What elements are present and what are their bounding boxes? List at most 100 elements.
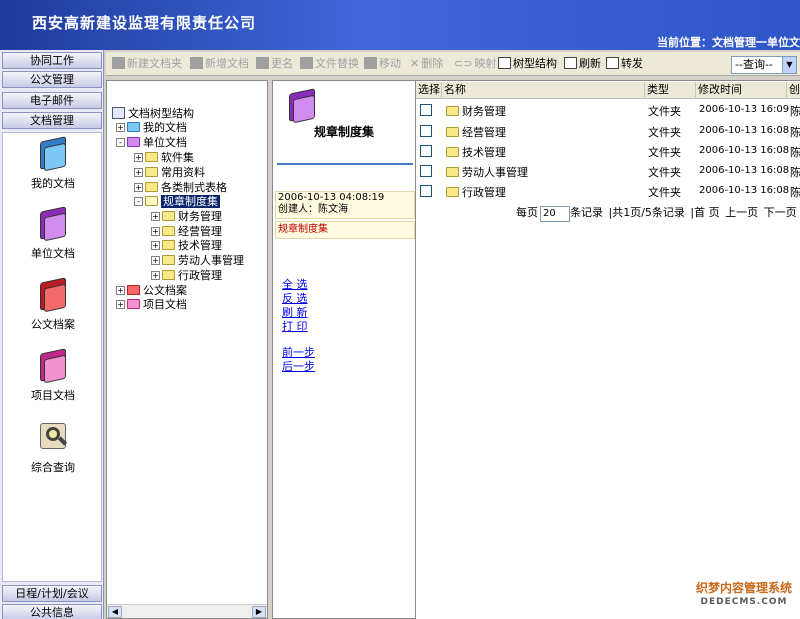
folder-icon: [162, 270, 175, 280]
map-button[interactable]: ⊂⊃ 映射: [454, 56, 496, 72]
col-select[interactable]: 选择: [416, 82, 442, 99]
per-page-input[interactable]: [540, 205, 570, 222]
tree-item-regulations[interactable]: - 规章制度集: [134, 195, 220, 209]
row-creator: 陈: [790, 126, 800, 139]
expand-icon[interactable]: +: [116, 123, 125, 132]
expand-icon[interactable]: +: [151, 256, 160, 265]
rename-button[interactable]: 更名: [256, 56, 293, 72]
nav-doc-manage-button[interactable]: 文档管理: [2, 112, 102, 129]
nav-email-button[interactable]: 电子邮件: [2, 92, 102, 109]
row-name[interactable]: 经营管理: [446, 124, 506, 140]
select-all-link[interactable]: 全 选: [282, 278, 315, 292]
nav-public-info-button[interactable]: 公共信息: [2, 604, 102, 619]
replace-icon: [300, 57, 313, 69]
tree-item-forms[interactable]: + 各类制式表格: [134, 181, 227, 195]
tree-item-official-archive[interactable]: + 公文档案: [116, 284, 187, 298]
tree-item-my-docs[interactable]: + 我的文档: [116, 121, 187, 135]
expand-icon[interactable]: +: [134, 168, 143, 177]
query-select[interactable]: --查询-- ▼: [731, 56, 797, 74]
refresh-link[interactable]: 刷 新: [282, 306, 315, 320]
expand-icon[interactable]: +: [134, 183, 143, 192]
tree-icon: [498, 57, 511, 69]
nav-official-archive[interactable]: 公文档案: [3, 277, 103, 332]
expand-icon[interactable]: +: [151, 212, 160, 221]
table-row[interactable]: 技术管理 文件夹 2006-10-13 16:08 陈: [416, 141, 800, 161]
link-icon: ⊂⊃: [454, 57, 473, 70]
table-row[interactable]: 行政管理 文件夹 2006-10-13 16:08 陈: [416, 181, 800, 201]
forward-button[interactable]: 转发: [606, 56, 643, 72]
move-icon: [364, 57, 377, 69]
tree-item-software[interactable]: + 软件集: [134, 151, 194, 165]
nav-official-doc-button[interactable]: 公文管理: [2, 71, 102, 88]
nav-search[interactable]: 综合查询: [3, 421, 103, 475]
tree-horizontal-scrollbar[interactable]: ◀ ▶: [107, 604, 267, 618]
table-row[interactable]: 财务管理 文件夹 2006-10-13 16:09 陈: [416, 100, 800, 120]
nav-project-docs-label: 项目文档: [31, 389, 75, 402]
row-checkbox[interactable]: [420, 104, 432, 116]
folder-creator: 创建人：陈文海: [278, 204, 348, 215]
table-row[interactable]: 劳动人事管理 文件夹 2006-10-13 16:08 陈: [416, 161, 800, 181]
replace-file-button[interactable]: 文件替换: [300, 56, 359, 72]
new-doc-button[interactable]: 新增文档: [190, 56, 249, 72]
invert-select-link[interactable]: 反 选: [282, 292, 315, 306]
row-name[interactable]: 技术管理: [446, 144, 506, 160]
prev-page-link[interactable]: 上一页: [725, 206, 758, 219]
expand-icon[interactable]: +: [151, 271, 160, 280]
row-name[interactable]: 劳动人事管理: [446, 164, 528, 180]
print-link[interactable]: 打 印: [282, 320, 315, 334]
nav-project-docs[interactable]: 项目文档: [3, 348, 103, 403]
next-step-link[interactable]: 后一步: [282, 360, 315, 374]
folder-open-icon: [145, 196, 158, 206]
chevron-down-icon[interactable]: ▼: [782, 57, 796, 73]
expand-icon[interactable]: +: [151, 227, 160, 236]
folder-pink-icon: [36, 348, 70, 384]
nav-my-docs[interactable]: 我的文档: [3, 136, 103, 191]
row-name[interactable]: 行政管理: [446, 184, 506, 200]
nav-cowork-button[interactable]: 协同工作: [2, 52, 102, 69]
expand-icon[interactable]: +: [151, 241, 160, 250]
row-type: 文件夹: [648, 146, 681, 159]
col-creator[interactable]: 创: [787, 82, 800, 99]
expand-icon[interactable]: +: [116, 286, 125, 295]
row-checkbox[interactable]: [420, 145, 432, 157]
row-creator: 陈: [790, 105, 800, 118]
toolbar: 新建文档夹 新增文档 更名 文件替换 移动 ✕ 删除 ⊂⊃ 映射 树型结构 刷新 转…: [106, 52, 800, 76]
expand-icon[interactable]: +: [134, 153, 143, 162]
next-page-link[interactable]: 下一页: [764, 206, 797, 219]
row-checkbox[interactable]: [420, 165, 432, 177]
tree-item-operations[interactable]: + 经营管理: [151, 225, 222, 239]
prev-step-link[interactable]: 前一步: [282, 346, 315, 360]
watermark-text: 织梦内容管理系统: [695, 581, 792, 595]
folder-blue-icon: [127, 122, 140, 132]
table-row[interactable]: 经营管理 文件夹 2006-10-13 16:08 陈: [416, 121, 800, 141]
tree-item-hr[interactable]: + 劳动人事管理: [151, 254, 244, 268]
tree-item-unit-docs[interactable]: - 单位文档: [116, 136, 187, 150]
expand-icon[interactable]: +: [116, 300, 125, 309]
folder-red-icon: [127, 285, 140, 295]
delete-button[interactable]: ✕ 删除: [410, 56, 443, 72]
col-modified[interactable]: 修改时间: [696, 82, 787, 99]
tree-item-common[interactable]: + 常用资料: [134, 166, 205, 180]
tree-structure-button[interactable]: 树型结构: [498, 56, 557, 72]
move-button[interactable]: 移动: [364, 56, 401, 72]
scroll-left-icon[interactable]: ◀: [108, 606, 122, 618]
refresh-button[interactable]: 刷新: [564, 56, 601, 72]
row-name[interactable]: 财务管理: [446, 103, 506, 119]
first-page-link[interactable]: |首 页: [690, 206, 719, 219]
new-folder-button[interactable]: 新建文档夹: [112, 56, 182, 72]
tree-root[interactable]: 文档树型结构: [112, 107, 194, 121]
collapse-icon[interactable]: -: [116, 138, 125, 147]
row-checkbox[interactable]: [420, 125, 432, 137]
col-type[interactable]: 类型: [645, 82, 696, 99]
scroll-right-icon[interactable]: ▶: [252, 606, 266, 618]
nav-schedule-button[interactable]: 日程/计划/会议: [2, 585, 102, 602]
nav-unit-docs[interactable]: 单位文档: [3, 206, 103, 261]
col-name[interactable]: 名称: [442, 82, 645, 99]
collapse-icon[interactable]: -: [134, 197, 143, 206]
tree-item-project-docs[interactable]: + 项目文档: [116, 298, 187, 312]
tree-item-admin[interactable]: + 行政管理: [151, 269, 222, 283]
row-checkbox[interactable]: [420, 185, 432, 197]
row-type: 文件夹: [648, 186, 681, 199]
tree-item-finance[interactable]: + 财务管理: [151, 210, 222, 224]
tree-item-tech[interactable]: + 技术管理: [151, 239, 222, 253]
